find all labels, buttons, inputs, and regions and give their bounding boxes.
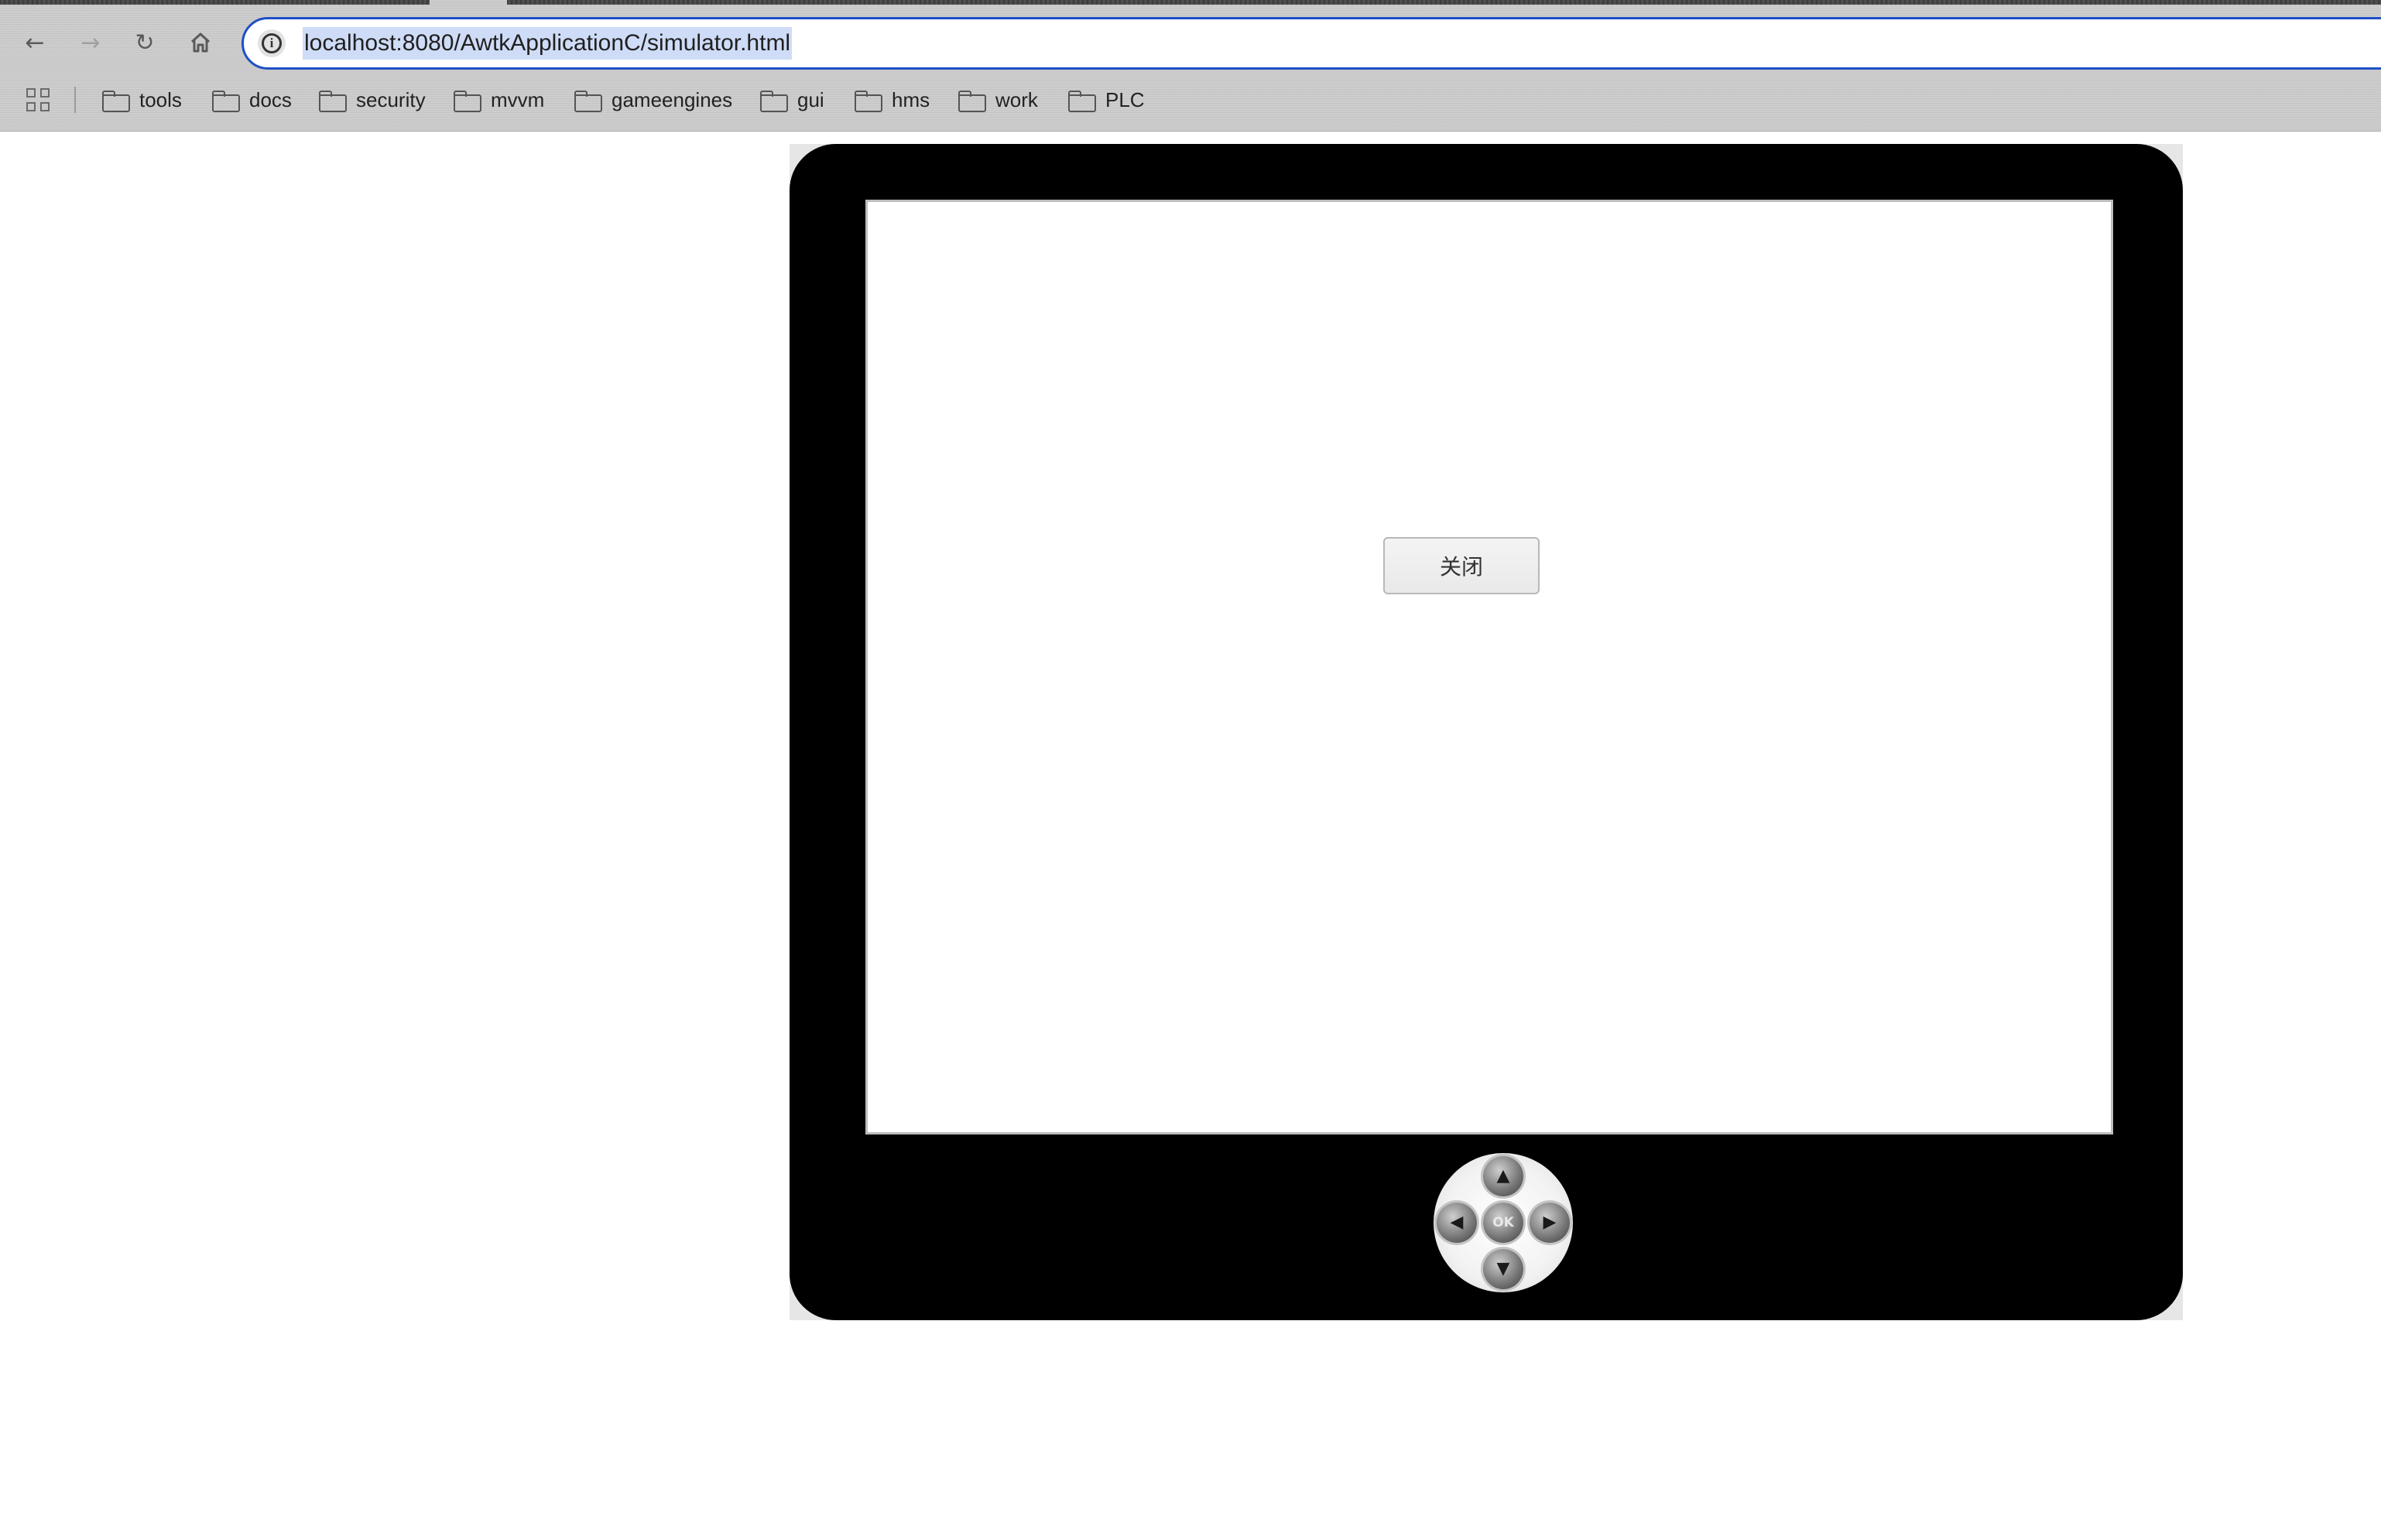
dpad-up-button[interactable]: ▲ [1483,1156,1523,1196]
home-icon [190,33,211,53]
arrow-up-icon: ▲ [1496,1166,1510,1186]
bookmark-folder-plc[interactable]: PLC [1068,84,1145,116]
arrow-down-icon: ▼ [1496,1259,1510,1278]
bookmark-label: tools [139,87,182,111]
forward-button[interactable]: → [71,23,110,62]
close-button[interactable]: 关闭 [1383,537,1540,594]
bookmark-label: gameengines [612,87,733,111]
close-button-label: 关闭 [1439,554,1483,580]
arrow-right-icon: ▶ [1543,1213,1557,1232]
dpad-ok-button[interactable]: OK [1483,1203,1523,1243]
bookmark-folder-security[interactable]: security [319,84,426,116]
back-button[interactable]: ← [15,23,54,62]
folder-icon [958,91,986,112]
bookmark-folder-hms[interactable]: hms [855,84,930,116]
folder-icon [574,91,602,112]
bookmark-label: security [356,87,426,111]
dpad-controller: ▲ ▼ ◀ ▶ OK [1434,1153,1573,1292]
bookmark-folder-tools[interactable]: tools [102,84,182,116]
folder-icon [760,91,788,112]
bookmark-folder-mvvm[interactable]: mvvm [454,84,544,116]
bookmark-folder-gameengines[interactable]: gameengines [574,84,732,116]
folder-icon [454,91,481,112]
home-button[interactable] [181,23,220,62]
folder-icon [1068,91,1096,112]
address-bar[interactable]: i localhost:8080/AwtkApplicationC/simula… [242,17,2381,70]
bookmark-label: work [995,87,1038,111]
bookmark-label: gui [797,87,824,111]
bookmark-label: mvvm [491,87,545,111]
bookmark-label: PLC [1105,87,1145,111]
dpad-ok-label: OK [1492,1214,1514,1230]
bookmark-folder-docs[interactable]: docs [212,84,292,116]
bookmark-label: docs [249,87,292,111]
folder-icon [855,91,882,112]
tab-strip-edge [0,0,430,5]
reload-icon: ↻ [135,29,155,56]
bookmark-folder-work[interactable]: work [958,84,1038,116]
simulator-screen[interactable] [865,200,2113,1134]
apps-grid-icon[interactable] [26,88,50,111]
dpad-down-button[interactable]: ▼ [1483,1249,1523,1289]
info-icon[interactable]: i [258,29,286,57]
url-text[interactable]: localhost:8080/AwtkApplicationC/simulato… [303,27,793,60]
dpad-right-button[interactable]: ▶ [1530,1203,1570,1243]
bookmarks-bar: tools docs security mvvm gameengines gui… [0,80,2381,119]
folder-icon [102,91,130,112]
arrow-left-icon: ◀ [1450,1213,1464,1232]
folder-icon [212,91,240,112]
bookmark-folder-gui[interactable]: gui [760,84,824,116]
bookmark-label: hms [892,87,930,111]
tab-strip-edge [507,0,2381,5]
dpad-left-button[interactable]: ◀ [1437,1203,1477,1243]
folder-icon [319,91,347,112]
reload-button[interactable]: ↻ [125,23,164,62]
arrow-right-icon: → [81,29,101,56]
browser-toolbar: ← → ↻ i localhost:8080/AwtkApplicationC/… [0,0,2381,132]
arrow-left-icon: ← [25,29,45,56]
bookmarks-divider [74,87,76,113]
